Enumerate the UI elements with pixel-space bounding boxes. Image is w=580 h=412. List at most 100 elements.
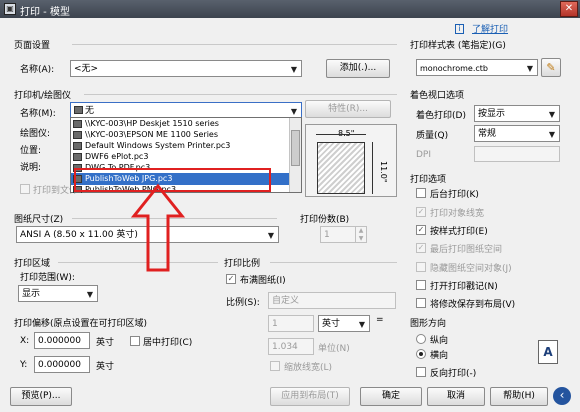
fit-to-paper-label: 布满图纸(I): [240, 276, 286, 286]
plotter-label: 绘图仪:: [20, 129, 51, 139]
paper-size-title: 图纸尺寸(Z): [14, 215, 64, 225]
dropdown-scrollbar[interactable]: [289, 118, 301, 192]
background-plot-label: 后台打印(K): [430, 190, 479, 200]
reverse-plot-checkbox[interactable]: [416, 367, 426, 377]
paper-preview: 8.5" 11.0": [305, 124, 397, 197]
chevron-down-icon: ▼: [526, 64, 534, 73]
plot-with-styles-label: 按样式打印(E): [430, 227, 488, 237]
quality-select[interactable]: 常规 ▼: [474, 125, 560, 142]
plot-lineweights-label: 打印对象线宽: [430, 209, 485, 219]
portrait-label: 纵向: [430, 336, 449, 346]
hide-paperspace-objects-checkbox[interactable]: [416, 262, 426, 272]
plot-paperspace-last-label: 最后打印图纸空间: [430, 245, 503, 255]
dpi-label: DPI: [416, 150, 432, 160]
collapse-options-button[interactable]: ‹: [553, 387, 571, 405]
copies-input[interactable]: 1: [320, 226, 356, 243]
offset-y-label: Y:: [20, 360, 28, 370]
printer-icon: [73, 153, 82, 161]
preview-width-dimension: [316, 134, 366, 135]
preview-height-label: 11.0": [379, 161, 388, 183]
plot-options-title: 打印选项: [410, 175, 447, 185]
plot-paperspace-last-checkbox[interactable]: ✓: [416, 243, 426, 253]
scale-unit-select[interactable]: 英寸 ▼: [318, 315, 370, 332]
printer-icon: [74, 106, 83, 114]
printer-icon: [73, 131, 82, 139]
offset-x-unit: 英寸: [96, 338, 115, 348]
offset-y-unit: 英寸: [96, 362, 115, 372]
offset-y-input[interactable]: 0.000000: [34, 356, 90, 373]
plot-style-select[interactable]: monochrome.ctb ▼: [416, 59, 538, 76]
info-icon[interactable]: i: [455, 24, 464, 34]
plot-with-styles-checkbox[interactable]: ✓: [416, 225, 426, 235]
plot-range-label: 打印范围(W):: [20, 273, 75, 283]
center-plot-checkbox[interactable]: [130, 336, 140, 346]
quality-label: 质量(Q): [416, 131, 449, 141]
plot-offset-title: 打印偏移(原点设置在可打印区域): [14, 319, 148, 329]
shade-plot-select[interactable]: 按显示 ▼: [474, 105, 560, 122]
scale-value: 自定义: [272, 296, 300, 306]
printer-properties-button[interactable]: 特性(R)...: [305, 100, 391, 118]
save-changes-checkbox[interactable]: [416, 298, 426, 308]
scale-select[interactable]: 自定义: [268, 292, 396, 309]
hide-paperspace-objects-label: 隐藏图纸空间对象(J): [430, 264, 512, 274]
shade-plot-label: 着色打印(D): [416, 111, 466, 121]
plot-range-select[interactable]: 显示 ▼: [18, 285, 98, 302]
center-plot-label: 居中打印(C): [143, 338, 193, 348]
shaded-viewport-title: 着色视口选项: [410, 91, 465, 101]
scale-unit-label: 单位(N): [318, 344, 350, 354]
app-icon: ▣: [4, 3, 16, 15]
cancel-button[interactable]: 取消: [427, 387, 485, 406]
edit-plot-style-button[interactable]: ✎: [541, 58, 561, 77]
landscape-label: 横向: [430, 351, 449, 361]
page-setup-name-select[interactable]: <无> ▼: [70, 60, 302, 77]
window-title: 打印 - 模型: [20, 7, 70, 18]
printer-name-select[interactable]: 无 ▼: [70, 102, 302, 118]
close-button[interactable]: ✕: [560, 1, 578, 17]
fit-to-paper-checkbox[interactable]: ✓: [226, 274, 236, 284]
copies-spinner[interactable]: ▲ ▼: [355, 226, 367, 243]
plot-lineweights-checkbox[interactable]: ✓: [416, 207, 426, 217]
plot-area-title: 打印区域: [14, 259, 51, 269]
printer-name-label: 名称(M):: [20, 109, 56, 119]
plot-stamp-checkbox[interactable]: [416, 280, 426, 290]
landscape-radio[interactable]: [416, 349, 426, 359]
orientation-title: 图形方向: [410, 319, 447, 329]
page-setup-title: 页面设置: [14, 41, 51, 51]
title-bar: ▣ 打印 - 模型 ✕: [0, 0, 580, 18]
chevron-down-icon: ▼: [358, 320, 366, 329]
preview-sheet: [317, 142, 365, 194]
apply-to-layout-button[interactable]: 应用到布局(T): [270, 387, 350, 406]
scale-lineweights-label: 缩放线宽(L): [284, 363, 333, 373]
paper-size-value: ANSI A (8.50 x 11.00 英寸): [20, 230, 138, 240]
chevron-down-icon: ▼: [548, 130, 556, 139]
print-to-file-checkbox[interactable]: [20, 184, 30, 194]
learn-print-link[interactable]: 了解打印: [472, 22, 508, 35]
reverse-plot-label: 反向打印(-): [430, 369, 477, 379]
add-page-setup-button[interactable]: 添加(.)...: [326, 59, 390, 78]
scale-lineweights-checkbox[interactable]: [270, 361, 280, 371]
help-button[interactable]: 帮助(H): [490, 387, 548, 406]
ok-button[interactable]: 确定: [360, 387, 422, 406]
chevron-down-icon: ▼: [290, 65, 298, 74]
offset-x-input[interactable]: 0.000000: [34, 332, 90, 349]
chevron-left-icon: ‹: [559, 388, 565, 402]
background-plot-checkbox[interactable]: [416, 188, 426, 198]
save-changes-label: 将修改保存到布局(V): [430, 300, 516, 310]
printer-title: 打印机/绘图仪: [14, 91, 72, 101]
orientation-letter: A: [543, 345, 553, 359]
plot-range-value: 显示: [22, 289, 41, 299]
preview-button[interactable]: 预览(P)...: [10, 387, 72, 406]
chevron-down-icon: ▼: [290, 107, 298, 116]
dpi-input[interactable]: [474, 146, 560, 162]
quality-value: 常规: [478, 129, 497, 139]
scale-value1-input[interactable]: 1: [268, 315, 314, 332]
shade-plot-value: 按显示: [478, 109, 506, 119]
scale-value2-input[interactable]: 1.034: [268, 338, 314, 355]
printer-icon: [73, 142, 82, 150]
plot-scale-title: 打印比例: [224, 259, 261, 269]
plot-style-value: monochrome.ctb: [420, 64, 488, 73]
preview-height-dimension: [372, 142, 373, 194]
portrait-radio[interactable]: [416, 334, 426, 344]
scrollbar-thumb[interactable]: [291, 130, 300, 166]
page-setup-name-value: <无>: [74, 64, 99, 74]
